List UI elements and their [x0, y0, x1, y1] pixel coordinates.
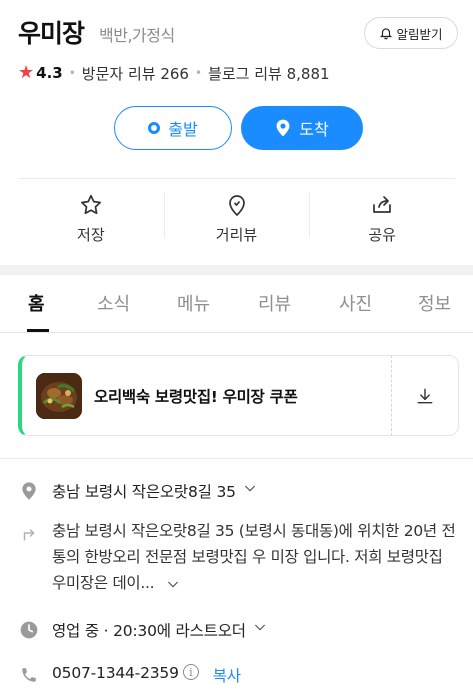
place-header: 우미장 백반,가정식 알림받기 [0, 0, 473, 64]
separator-dot: • [68, 66, 76, 80]
arrive-label: 도착 [299, 120, 329, 139]
coupon-card: 오리백숙 보령맛집! 우미장 쿠폰 [18, 355, 459, 436]
map-pin-icon [276, 119, 290, 137]
star-icon: ★ [18, 62, 35, 83]
coupon-thumbnail [36, 372, 82, 419]
rating-row: ★ 4.3 • 방문자 리뷰 266 • 블로그 리뷰 8,881 [18, 62, 330, 84]
street-view-label: 거리뷰 [215, 226, 258, 244]
rating-value: 4.3 [36, 64, 63, 82]
bell-icon [380, 28, 393, 40]
divider [18, 178, 455, 179]
info-icon[interactable]: i [182, 664, 199, 680]
tab-menu[interactable]: 메뉴 [177, 290, 210, 316]
save-label: 저장 [77, 226, 105, 244]
place-category: 백반,가정식 [99, 26, 175, 45]
tab-photos[interactable]: 사진 [339, 290, 372, 316]
copy-button[interactable]: 복사 [213, 664, 241, 686]
download-icon [417, 388, 433, 403]
share-button[interactable]: 공유 [309, 180, 455, 258]
tab-info[interactable]: 정보 [418, 290, 451, 316]
action-bar: 저장 거리뷰 공유 [18, 180, 455, 258]
address-text: 충남 보령시 작은오랏8길 35 [52, 483, 236, 501]
start-dot-icon [148, 122, 161, 134]
hours-text: 영업 중 · 20:30에 라스트오더 [52, 622, 246, 640]
visitor-reviews-link[interactable]: 방문자 리뷰 266 [82, 63, 189, 84]
tab-home[interactable]: 홈 [28, 290, 45, 316]
map-pin-outline-icon [228, 195, 245, 217]
separator-dot: • [194, 66, 203, 80]
directions-icon-wrap [18, 522, 48, 544]
turn-right-icon [18, 522, 40, 544]
phone-icon [18, 664, 40, 686]
place-title: 우미장 [18, 19, 85, 48]
share-label: 공유 [368, 226, 396, 244]
arrive-button[interactable]: 도착 [241, 106, 363, 150]
address-row[interactable]: 충남 보령시 작은오랏8길 35 [18, 480, 458, 502]
chevron-down-icon [254, 624, 265, 631]
blog-reviews-link[interactable]: 블로그 리뷰 8,881 [208, 63, 329, 84]
street-view-button[interactable]: 거리뷰 [163, 180, 310, 258]
start-label: 출발 [168, 120, 198, 139]
tab-news[interactable]: 소식 [97, 290, 130, 316]
tab-reviews[interactable]: 리뷰 [258, 290, 291, 316]
phone-row: 0507-1344-2359 i 복사 [18, 664, 458, 686]
coupon-download-button[interactable] [392, 355, 459, 436]
directions-text: 충남 보령시 작은오랏8길 35 (보령시 동대동)에 위치한 20년 전통의 … [52, 522, 456, 592]
coupon-body[interactable]: 오리백숙 보령맛집! 우미장 쿠폰 [18, 355, 392, 436]
active-tab-indicator [27, 329, 49, 332]
star-outline-icon [80, 194, 101, 215]
start-button[interactable]: 출발 [114, 106, 232, 150]
notify-label: 알림받기 [396, 26, 443, 42]
notify-button[interactable]: 알림받기 [364, 17, 458, 49]
divider [0, 458, 473, 459]
directions-description[interactable]: 충남 보령시 작은오랏8길 35 (보령시 동대동)에 위치한 20년 전통의 … [52, 518, 457, 596]
tab-bar: 홈 소식 메뉴 리뷰 사진 정보 [0, 275, 473, 333]
coupon-title: 오리백숙 보령맛집! 우미장 쿠폰 [94, 387, 298, 406]
hours-row[interactable]: 영업 중 · 20:30에 라스트오더 [18, 619, 458, 641]
share-icon [373, 196, 392, 213]
clock-icon [18, 619, 40, 641]
save-button[interactable]: 저장 [18, 180, 164, 258]
section-gap [0, 265, 473, 275]
route-buttons: 출발 도착 [0, 106, 473, 150]
chevron-down-icon [167, 581, 179, 588]
chevron-down-icon [244, 485, 255, 492]
location-icon [18, 480, 40, 502]
phone-number[interactable]: 0507-1344-2359 [52, 664, 179, 686]
